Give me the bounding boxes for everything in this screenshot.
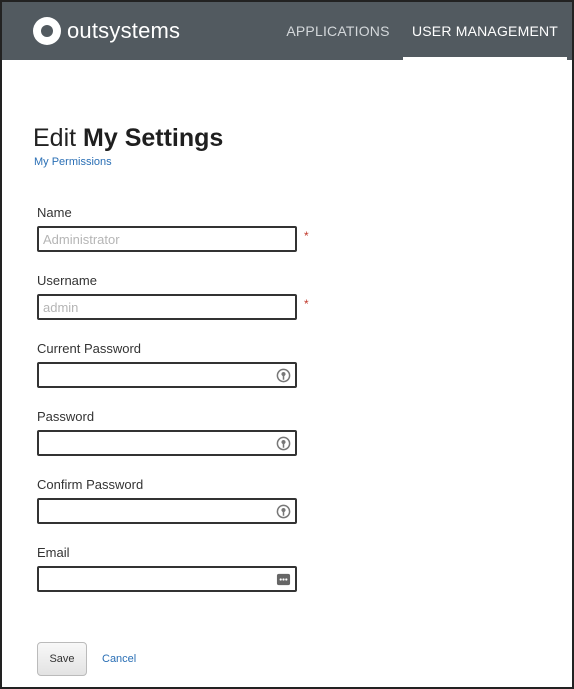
confirm-password-field-box	[37, 498, 297, 524]
nav-user-management[interactable]: USER MANAGEMENT	[403, 2, 567, 60]
current-password-input[interactable]	[39, 364, 295, 386]
password-field-box	[37, 430, 297, 456]
name-field-box	[37, 226, 297, 252]
key-icon[interactable]	[276, 504, 291, 519]
nav-applications[interactable]: APPLICATIONS	[273, 2, 403, 60]
username-field-box	[37, 294, 297, 320]
confirm-password-input[interactable]	[39, 500, 295, 522]
autofill-icon[interactable]	[276, 572, 291, 587]
current-password-label: Current Password	[37, 341, 142, 356]
my-permissions-link[interactable]: My Permissions	[34, 156, 112, 168]
key-icon[interactable]	[276, 436, 291, 451]
password-label: Password	[37, 409, 95, 424]
username-label: Username	[37, 273, 97, 288]
page-title-main: My Settings	[83, 124, 224, 152]
save-button[interactable]: Save	[37, 642, 87, 676]
email-label: Email	[37, 545, 70, 560]
app-window: outsystems APPLICATIONS USER MANAGEMENT …	[0, 0, 574, 689]
cancel-link[interactable]: Cancel	[102, 653, 136, 665]
password-input[interactable]	[39, 432, 295, 454]
name-input[interactable]	[39, 228, 295, 250]
current-password-field-box	[37, 362, 297, 388]
logo-mark-icon	[33, 17, 61, 45]
outsystems-logo[interactable]: outsystems	[33, 16, 180, 46]
key-icon[interactable]	[276, 368, 291, 383]
page-title-prefix: Edit	[33, 124, 84, 152]
name-required-mark: *	[304, 229, 309, 243]
top-header: outsystems APPLICATIONS USER MANAGEMENT	[2, 2, 572, 60]
name-label: Name	[37, 205, 72, 220]
confirm-password-label: Confirm Password	[37, 477, 144, 492]
active-nav-indicator	[403, 57, 567, 60]
username-input[interactable]	[39, 296, 295, 318]
email-field-box	[37, 566, 297, 592]
page-title: Edit My Settings	[33, 124, 223, 153]
username-required-mark: *	[304, 297, 309, 311]
email-input[interactable]	[39, 568, 295, 590]
logo-text: outsystems	[67, 18, 181, 43]
